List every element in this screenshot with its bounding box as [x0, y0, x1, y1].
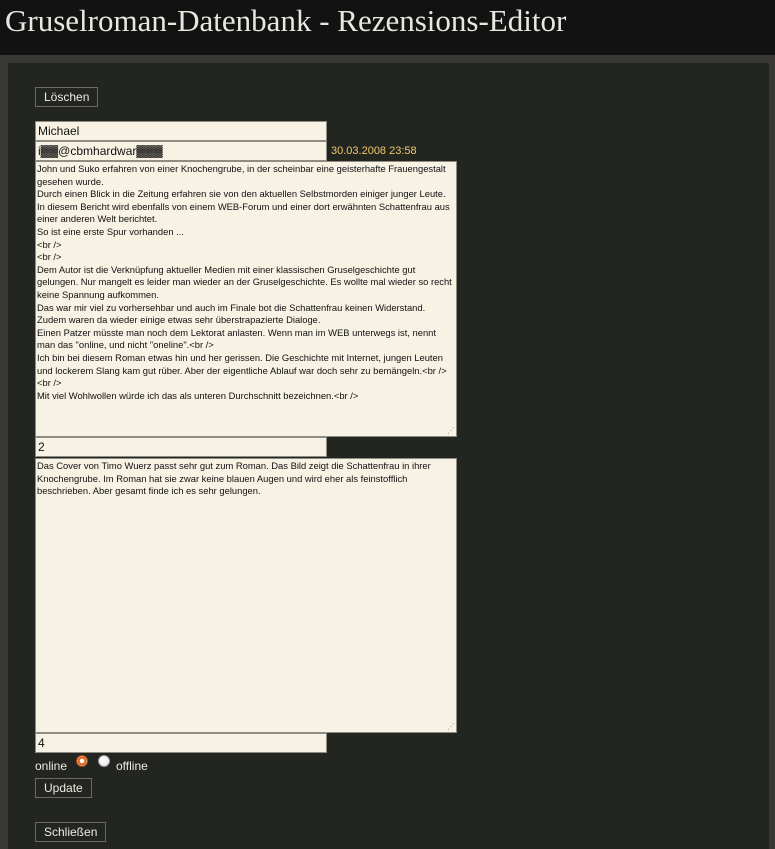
cover-rating-input[interactable]	[35, 733, 327, 753]
app-header: Gruselroman-Datenbank - Rezensions-Edito…	[0, 0, 775, 55]
review-text-area[interactable]: John und Suko erfahren von einer Knochen…	[35, 161, 457, 437]
resize-grip-icon[interactable]: ⋰	[447, 427, 455, 435]
online-radio[interactable]	[76, 755, 88, 767]
delete-button[interactable]: Löschen	[35, 87, 99, 107]
rating-input[interactable]	[35, 437, 327, 457]
update-button[interactable]: Update	[35, 778, 92, 798]
review-date: 30.03.2008 23:58	[331, 145, 417, 157]
email-input[interactable]	[35, 141, 327, 161]
offline-label: offline	[116, 759, 148, 773]
cover-text-area[interactable]: Das Cover von Timo Wuerz passt sehr gut …	[35, 458, 457, 733]
page-title: Gruselroman-Datenbank - Rezensions-Edito…	[5, 3, 567, 38]
resize-grip-icon[interactable]: ⋰	[447, 723, 455, 731]
offline-radio[interactable]	[98, 755, 110, 767]
online-label: online	[35, 759, 68, 773]
author-name-input[interactable]	[35, 121, 327, 141]
close-button[interactable]: Schließen	[35, 822, 107, 842]
